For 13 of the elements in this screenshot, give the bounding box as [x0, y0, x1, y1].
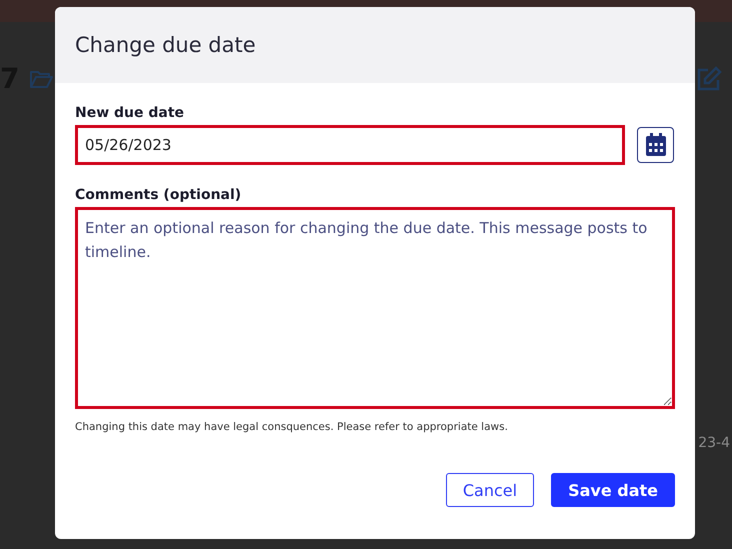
date-input-field[interactable]: 05/26/2023	[75, 125, 625, 165]
cancel-button[interactable]: Cancel	[446, 473, 534, 507]
save-button[interactable]: Save date	[551, 473, 675, 507]
field-label: Comments (optional)	[75, 187, 242, 203]
legal-note: Changing this date may have legal consquences. Please refer to appropriate laws.	[75, 421, 509, 433]
dialog-title: Change due date	[75, 33, 256, 57]
calendar-button[interactable]	[637, 127, 674, 163]
comments-text-area[interactable]: Enter an optional reason for changing the due date. This message posts to timeline.	[75, 207, 675, 409]
folder-icon[interactable]	[29, 68, 54, 88]
edit-icon[interactable]	[696, 66, 722, 92]
row-text: 23-4	[698, 435, 730, 451]
calendar-icon	[644, 133, 666, 157]
field-label: New due date	[75, 105, 186, 121]
